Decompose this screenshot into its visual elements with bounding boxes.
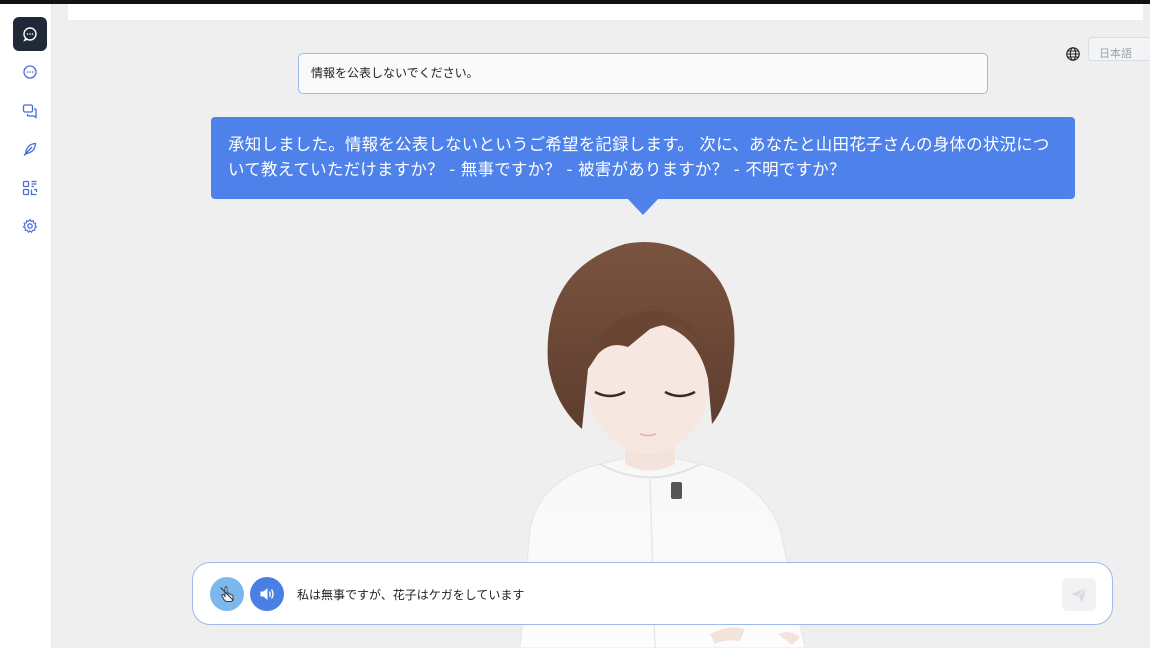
- speech-bubble-tail: [627, 198, 659, 215]
- conversations-icon: [22, 104, 37, 119]
- paper-plane-icon: [1071, 586, 1088, 602]
- sidebar-item-conversations[interactable]: [13, 94, 47, 128]
- assistant-speech-bubble: 承知しました。情報を公表しないというご希望を記録します。 次に、あなたと山田花子…: [211, 117, 1075, 199]
- gear-icon: [22, 218, 38, 234]
- voice-input-button[interactable]: [210, 577, 244, 611]
- sidebar-item-chat[interactable]: [13, 17, 47, 51]
- sidebar: [0, 4, 52, 648]
- speaker-icon: [260, 588, 274, 600]
- language-selector[interactable]: 日本語: [1088, 37, 1150, 61]
- message-icon: [23, 65, 37, 79]
- feather-icon: [23, 142, 37, 156]
- hand-pointer-icon: [220, 586, 234, 602]
- send-button[interactable]: [1062, 578, 1096, 611]
- speaker-toggle-button[interactable]: [250, 577, 284, 611]
- chat-input-bar: [192, 562, 1113, 625]
- user-message: 情報を公表しないでください。: [298, 53, 988, 94]
- qr-code-icon: [22, 180, 38, 196]
- sidebar-item-qr[interactable]: [13, 171, 47, 205]
- globe-icon[interactable]: [1065, 46, 1081, 62]
- top-header-strip: [68, 4, 1143, 20]
- sidebar-item-feather[interactable]: [13, 132, 47, 166]
- chat-text-input[interactable]: [297, 577, 1047, 611]
- app-frame: 日本語 情報を公表しないでください。 承知しました。情報を公表しないというご希望…: [0, 4, 1150, 648]
- sidebar-item-settings[interactable]: [13, 209, 47, 243]
- sidebar-item-message[interactable]: [13, 55, 47, 89]
- chat-icon: [23, 27, 37, 42]
